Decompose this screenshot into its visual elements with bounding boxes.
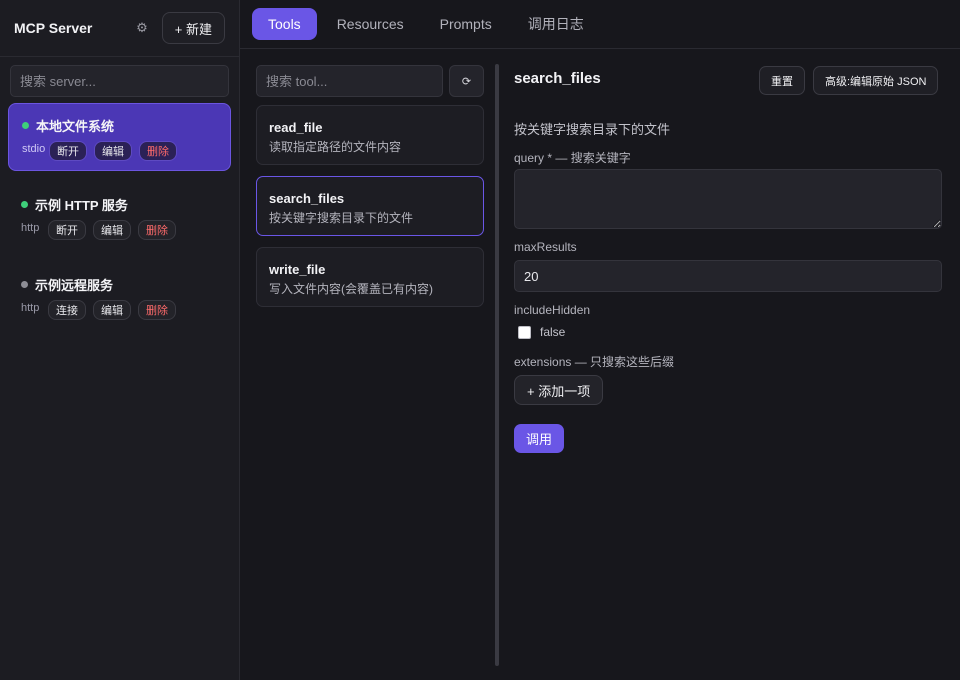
tool-name: search_files [269, 191, 345, 206]
include-hidden-checkbox[interactable] [518, 325, 531, 339]
new-server-button[interactable]: + 新建 [161, 12, 225, 44]
edit-button[interactable]: 编辑 [94, 141, 132, 161]
tab-tools[interactable]: Tools [252, 8, 317, 40]
edit-button[interactable]: 编辑 [93, 300, 131, 320]
status-dot-icon [21, 201, 28, 208]
server-item-http-demo[interactable]: 示例 HTTP 服务 http 断开 编辑 删除 [8, 183, 231, 251]
tool-title: search_files [514, 70, 601, 87]
server-type: http [21, 302, 40, 314]
server-name: 示例 HTTP 服务 [35, 198, 128, 213]
max-results-label: maxResults [514, 240, 577, 254]
edit-button[interactable]: 编辑 [93, 220, 131, 240]
extensions-label: extensions — 只搜索这些后缀 [514, 355, 675, 369]
server-sidebar: MCP Server ⚙ + 新建 本地文件系统 stdio 断开 编辑 删除 … [0, 0, 240, 680]
add-item-button[interactable]: + 添加一项 [514, 375, 604, 405]
sidebar-header: MCP Server ⚙ + 新建 [0, 0, 239, 57]
tool-item-write-file[interactable]: write_file 写入文件内容(会覆盖已有内容) [256, 247, 484, 307]
tool-description: 按关键字搜索目录下的文件 [269, 211, 414, 225]
tool-description: 按关键字搜索目录下的文件 [514, 122, 671, 137]
tool-description: 读取指定路径的文件内容 [269, 140, 402, 154]
tool-description: 写入文件内容(会覆盖已有内容) [269, 282, 433, 296]
gear-icon[interactable]: ⚙ [136, 20, 148, 36]
panel-resize-handle[interactable] [495, 64, 499, 666]
status-dot-icon [22, 122, 29, 129]
reset-button[interactable]: 重置 [759, 66, 805, 95]
delete-button[interactable]: 删除 [138, 300, 176, 320]
main-tabs: Tools Resources Prompts 调用日志 [240, 0, 960, 49]
connect-button[interactable]: 连接 [48, 300, 86, 320]
query-label: query * — 搜索关键字 [514, 151, 631, 165]
sidebar-title: MCP Server [14, 20, 93, 36]
delete-button[interactable]: 删除 [138, 220, 176, 240]
server-type: http [21, 222, 40, 234]
include-hidden-label: includeHidden [514, 303, 591, 317]
server-name: 示例远程服务 [35, 278, 114, 293]
tool-item-search-files[interactable]: search_files 按关键字搜索目录下的文件 [256, 176, 484, 236]
edit-raw-json-button[interactable]: 高级:编辑原始 JSON [813, 66, 939, 95]
max-results-field[interactable] [514, 260, 942, 292]
server-type: stdio [22, 143, 46, 155]
server-item-local-fs[interactable]: 本地文件系统 stdio 断开 编辑 删除 [8, 103, 231, 171]
refresh-icon[interactable]: ⟳ [449, 65, 484, 97]
include-hidden-row: false [518, 325, 565, 339]
include-hidden-value: false [540, 325, 566, 339]
tab-resources[interactable]: Resources [321, 8, 420, 40]
tool-item-read-file[interactable]: read_file 读取指定路径的文件内容 [256, 105, 484, 165]
server-search-input[interactable] [10, 65, 229, 97]
tool-search-input[interactable] [256, 65, 443, 97]
tool-name: write_file [269, 262, 326, 277]
server-name: 本地文件系统 [36, 119, 115, 134]
call-button[interactable]: 调用 [514, 424, 565, 453]
tab-call-log[interactable]: 调用日志 [512, 8, 600, 40]
disconnect-button[interactable]: 断开 [49, 141, 87, 161]
disconnect-button[interactable]: 断开 [48, 220, 86, 240]
server-item-remote-demo[interactable]: 示例远程服务 http 连接 编辑 删除 [8, 263, 231, 331]
query-field[interactable] [514, 169, 942, 229]
tool-name: read_file [269, 120, 323, 135]
status-dot-icon [21, 281, 28, 288]
tab-prompts[interactable]: Prompts [424, 8, 508, 40]
delete-button[interactable]: 删除 [139, 141, 177, 161]
